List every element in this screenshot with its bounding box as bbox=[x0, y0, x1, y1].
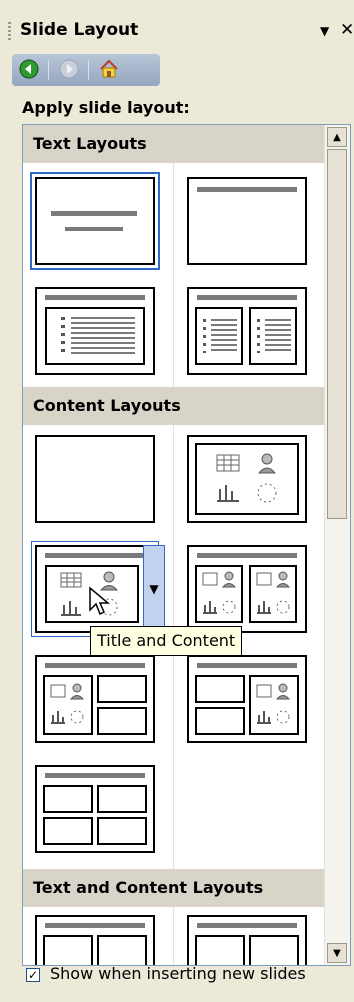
section-header-text-and-content-layouts: Text and Content Layouts bbox=[23, 869, 324, 907]
title-placeholder bbox=[197, 295, 297, 300]
gallery-scrollbar[interactable]: ▲ ▼ bbox=[324, 125, 350, 965]
close-icon[interactable]: ✕ bbox=[340, 20, 354, 40]
title-placeholder bbox=[51, 211, 137, 216]
content-placeholder bbox=[97, 817, 147, 845]
small-content-placeholder bbox=[195, 675, 245, 703]
layout-title-and-four-content[interactable] bbox=[35, 765, 155, 853]
text-placeholder bbox=[249, 935, 299, 965]
text-lines bbox=[265, 319, 291, 353]
layout-title-content-and-text[interactable] bbox=[187, 915, 307, 965]
nav-separator bbox=[88, 60, 89, 80]
title-placeholder bbox=[197, 187, 297, 192]
content-placeholder bbox=[43, 817, 93, 845]
content-placeholder bbox=[97, 935, 147, 965]
title-placeholder bbox=[197, 553, 297, 558]
pane-title: Slide Layout bbox=[20, 20, 139, 40]
column-divider bbox=[173, 163, 174, 387]
left-text-placeholder bbox=[195, 307, 243, 365]
content-placeholder bbox=[195, 935, 245, 965]
back-arrow-icon[interactable] bbox=[18, 58, 40, 80]
layout-title-and-text[interactable] bbox=[35, 287, 155, 375]
layout-title-two-content-and-content[interactable] bbox=[187, 655, 307, 743]
scroll-up-arrow-icon[interactable]: ▲ bbox=[327, 127, 347, 147]
large-content-placeholder bbox=[43, 675, 93, 735]
scroll-down-arrow-icon[interactable]: ▼ bbox=[327, 943, 347, 963]
layout-content[interactable] bbox=[187, 435, 307, 523]
right-text-placeholder bbox=[249, 307, 297, 365]
content-placeholder bbox=[195, 443, 299, 515]
bullets bbox=[203, 319, 206, 353]
mouse-cursor-icon bbox=[89, 586, 110, 616]
right-content-placeholder bbox=[249, 565, 297, 623]
bullets bbox=[61, 317, 65, 355]
layout-gallery[interactable]: Text Layouts Content Layouts ▼ Text and … bbox=[22, 124, 351, 966]
gallery-content: Text Layouts Content Layouts ▼ Text and … bbox=[23, 125, 324, 965]
layout-title-and-two-content[interactable] bbox=[187, 545, 307, 633]
small-content-placeholder bbox=[97, 707, 147, 735]
layout-blank[interactable] bbox=[35, 435, 155, 523]
small-content-placeholder bbox=[195, 707, 245, 735]
layout-tooltip: Title and Content bbox=[90, 626, 243, 656]
layout-title-text-and-content[interactable] bbox=[35, 915, 155, 965]
text-lines bbox=[71, 317, 135, 355]
home-icon[interactable] bbox=[98, 58, 120, 80]
title-placeholder bbox=[45, 773, 145, 778]
task-pane-header: Slide Layout ▼ ✕ bbox=[0, 0, 354, 62]
left-content-placeholder bbox=[195, 565, 243, 623]
title-placeholder bbox=[45, 923, 145, 928]
title-placeholder bbox=[197, 923, 297, 928]
section-header-content-layouts: Content Layouts bbox=[23, 387, 324, 425]
subtitle-placeholder bbox=[65, 227, 123, 231]
pane-menu-dropdown-icon[interactable]: ▼ bbox=[320, 24, 329, 38]
content-icons bbox=[216, 453, 277, 503]
forward-arrow-icon[interactable] bbox=[58, 58, 80, 80]
layout-title-and-two-column-text[interactable] bbox=[187, 287, 307, 375]
title-placeholder bbox=[45, 553, 145, 558]
section-header-text-layouts: Text Layouts bbox=[23, 125, 324, 163]
layout-title-content-and-two-content[interactable] bbox=[35, 655, 155, 743]
text-placeholder bbox=[43, 935, 93, 965]
text-lines bbox=[211, 319, 237, 353]
bullets bbox=[257, 319, 260, 353]
layout-title-only[interactable] bbox=[187, 177, 307, 265]
small-content-placeholder bbox=[97, 675, 147, 703]
navigation-bar bbox=[12, 54, 160, 86]
content-placeholder bbox=[97, 785, 147, 813]
column-divider bbox=[173, 907, 174, 965]
text-placeholder bbox=[45, 307, 145, 365]
title-placeholder bbox=[197, 663, 297, 668]
large-content-placeholder bbox=[249, 675, 299, 735]
layout-menu-arrow-button[interactable]: ▼ bbox=[143, 545, 165, 633]
show-when-inserting-label[interactable]: Show when inserting new slides bbox=[50, 964, 306, 983]
scroll-thumb[interactable] bbox=[327, 149, 347, 519]
nav-separator bbox=[48, 60, 49, 80]
content-placeholder bbox=[43, 785, 93, 813]
title-placeholder bbox=[45, 295, 145, 300]
show-when-inserting-checkbox[interactable]: ✓ bbox=[26, 968, 40, 982]
title-placeholder bbox=[45, 663, 145, 668]
grip-handle[interactable] bbox=[8, 22, 11, 40]
layout-title-slide[interactable] bbox=[30, 172, 160, 270]
apply-layout-label: Apply slide layout: bbox=[22, 98, 190, 117]
